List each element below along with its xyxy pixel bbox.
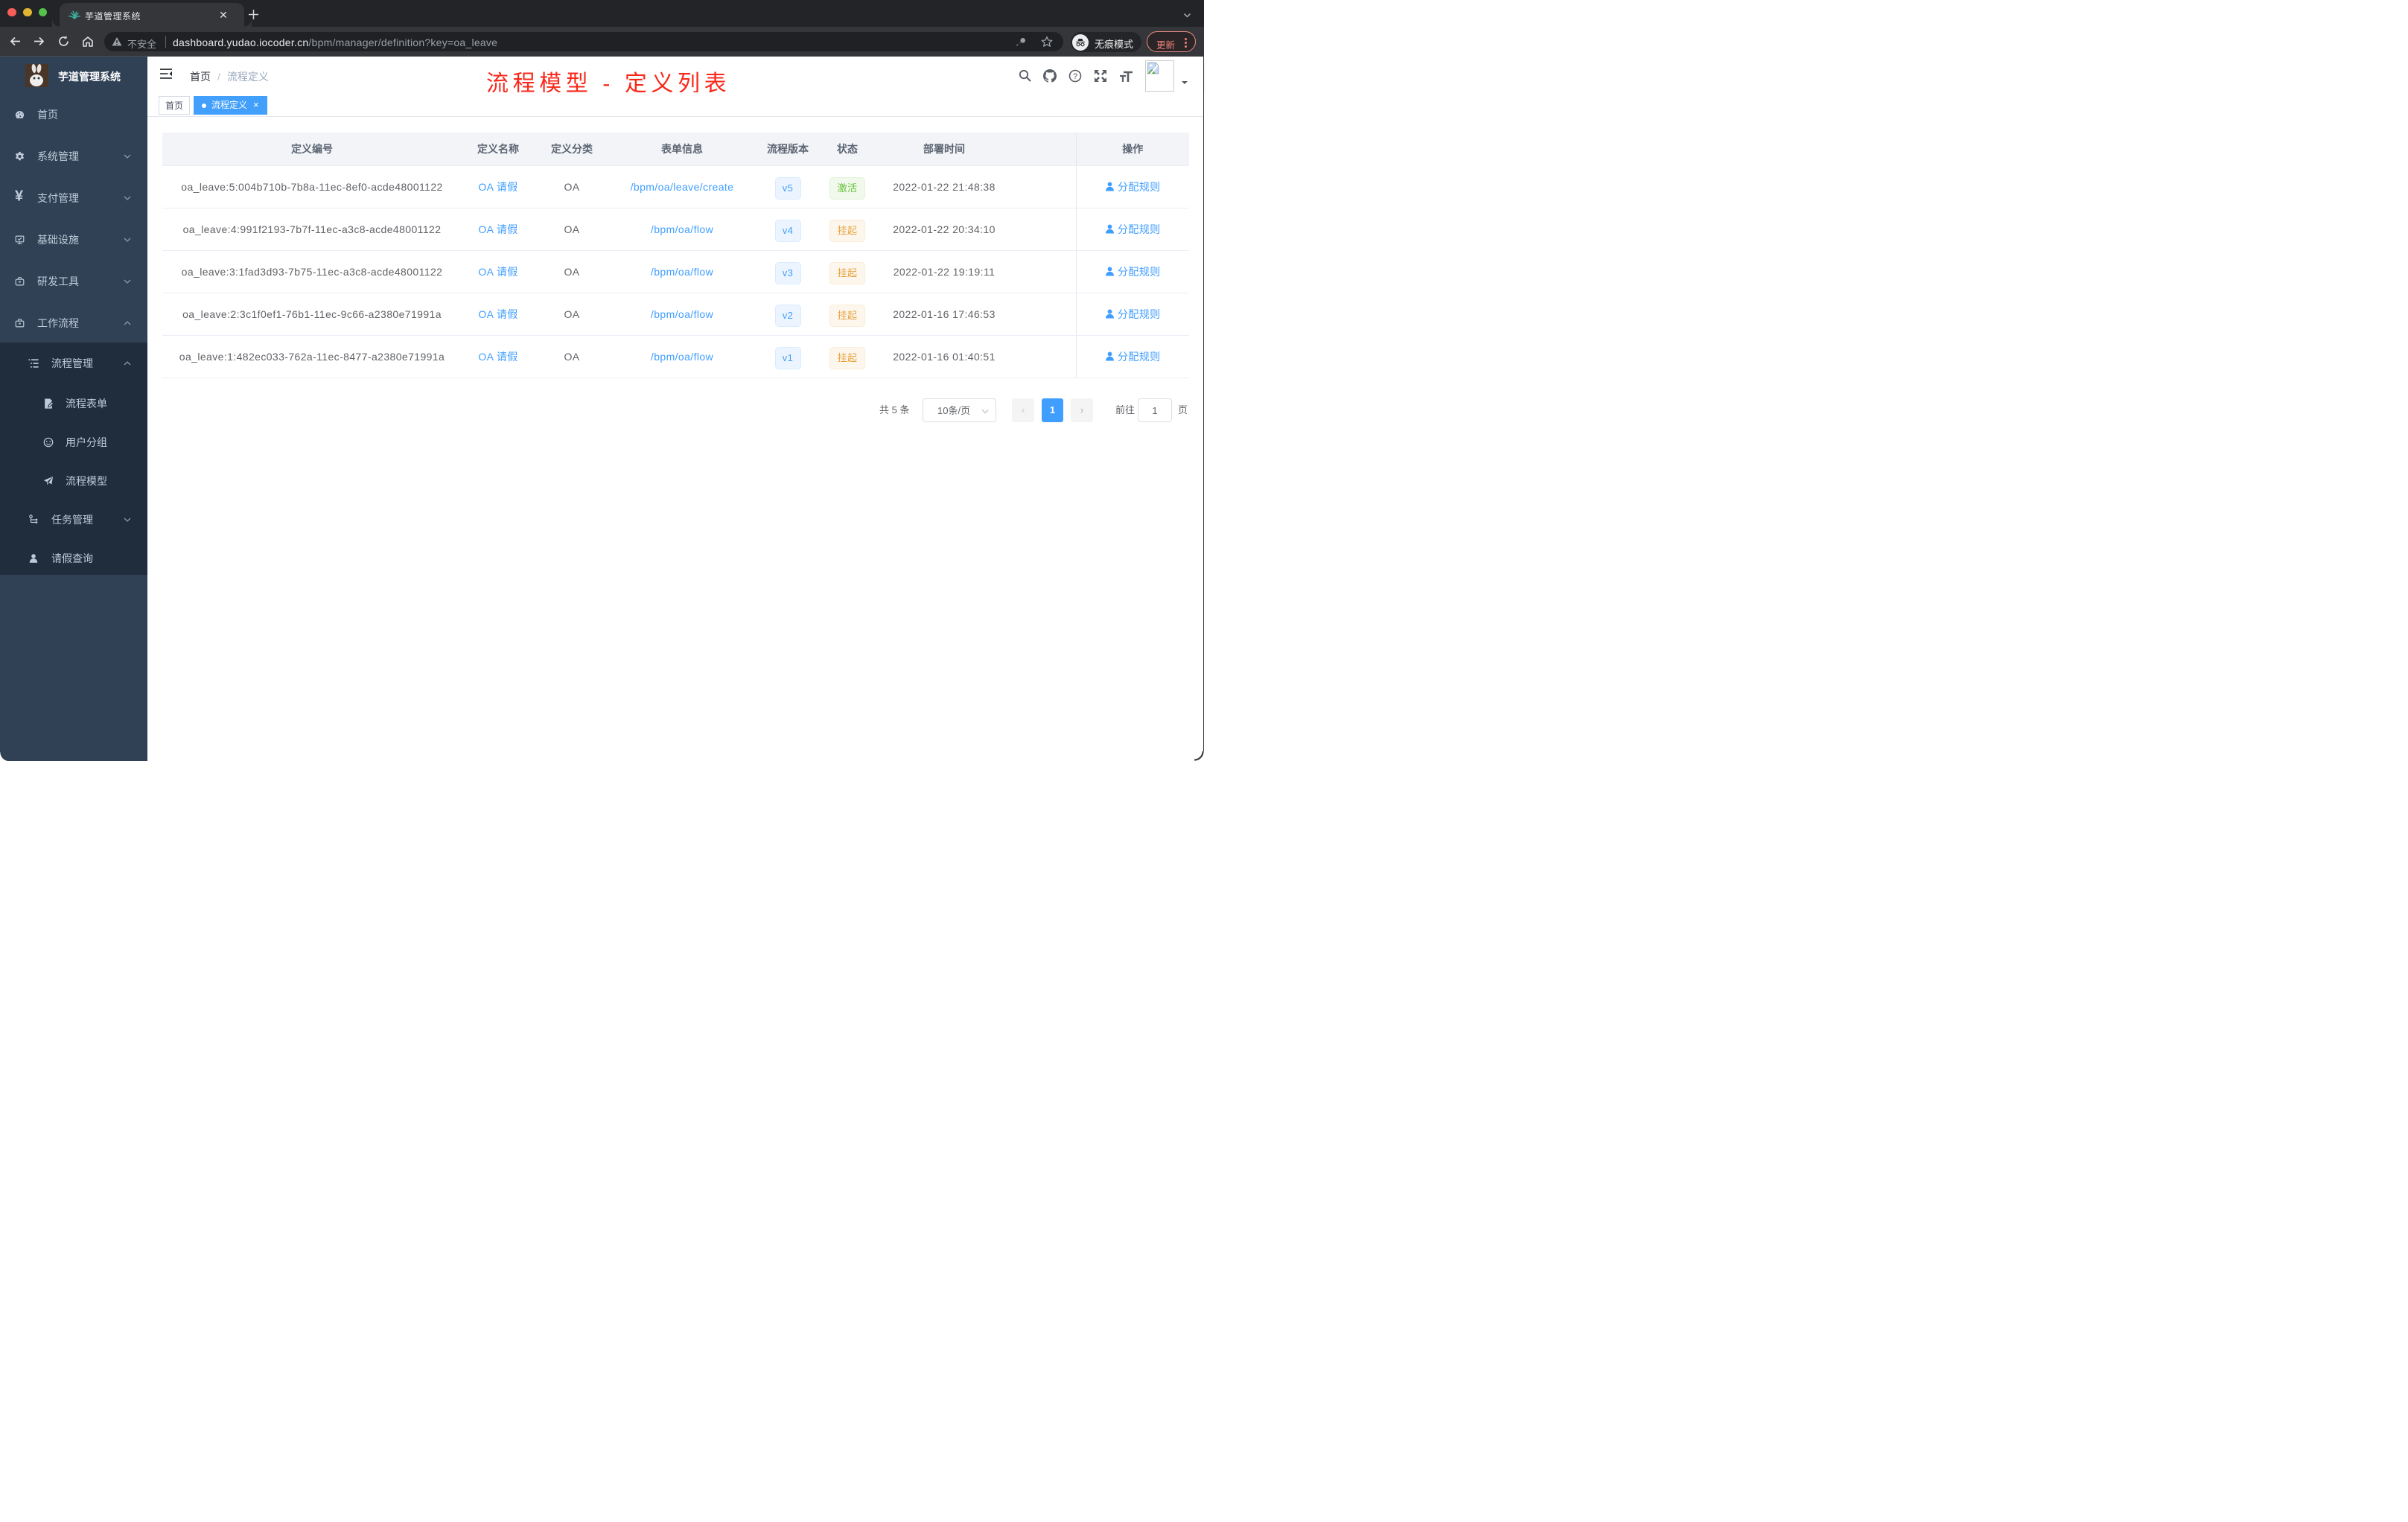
svg-text:?: ? (1073, 72, 1077, 81)
